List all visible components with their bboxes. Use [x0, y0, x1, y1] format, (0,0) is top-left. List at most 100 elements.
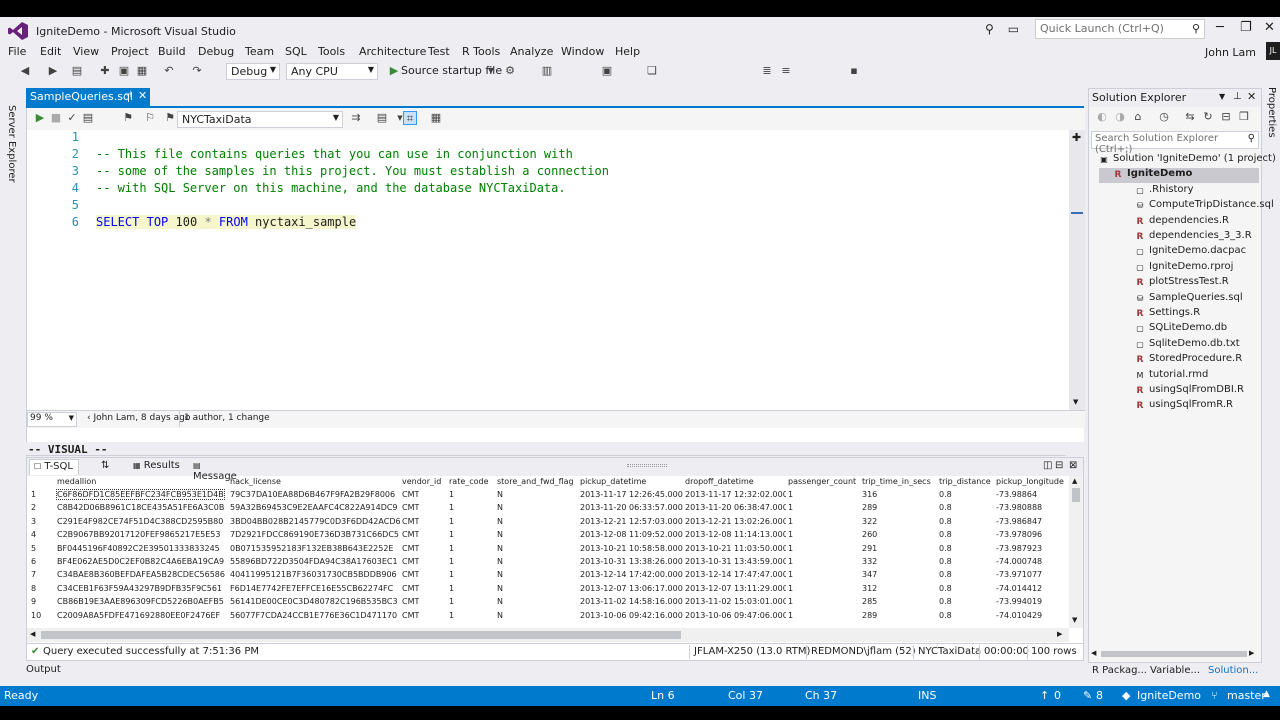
table-cell[interactable]: -73.986847	[996, 517, 1042, 526]
table-cell[interactable]: 2013-10-06 09:47:06.000	[685, 611, 786, 620]
tree-item[interactable]: RusingSqlFromDBI.R	[1135, 384, 1244, 399]
split-icon[interactable]: ✚	[1072, 131, 1081, 144]
solution-config-icon[interactable]: ▤	[70, 64, 84, 78]
tree-item[interactable]: ▢ SQLiteDemo.db	[1135, 322, 1227, 337]
save-icon[interactable]: ▣	[117, 64, 131, 78]
table-cell[interactable]: 2013-10-06 09:42:16.000	[580, 611, 683, 620]
server-explorer-tab[interactable]: Server Explorer	[6, 105, 17, 183]
table-cell[interactable]: 1	[449, 597, 454, 606]
tab-tsql[interactable]: ☐ T-SQL	[29, 459, 79, 475]
table-cell[interactable]: 55896BD722D3504FDA94C38A17603EC1	[230, 557, 398, 566]
menu-debug[interactable]: Debug	[198, 45, 234, 58]
table-cell[interactable]: N	[497, 490, 503, 499]
table-cell[interactable]: 0.8	[939, 584, 952, 593]
scroll-left-icon[interactable]: ◀	[1091, 649, 1096, 657]
menu-team[interactable]: Team	[245, 45, 274, 58]
table-cell[interactable]: 1	[449, 517, 454, 526]
feedback-icon[interactable]: ▭	[1008, 22, 1019, 36]
table-cell[interactable]: CMT	[402, 530, 419, 539]
tab-sample-queries[interactable]: SampleQueries.sql ⊣ ✕	[26, 88, 150, 107]
split-horizontal-icon[interactable]: ⊟	[1055, 460, 1063, 471]
tree-item[interactable]: ⛁ ComputeTripDistance.sql	[1135, 199, 1274, 214]
table-cell[interactable]: -73.98864	[996, 490, 1037, 499]
row-number[interactable]: 6	[31, 557, 51, 566]
pending-edits-count[interactable]: 8	[1096, 689, 1103, 702]
table-cell[interactable]: CMT	[402, 611, 419, 620]
pending-changes-icon[interactable]: ◷	[1157, 110, 1171, 124]
tab-results[interactable]: ▦ Results	[129, 459, 185, 475]
menu-edit[interactable]: Edit	[40, 45, 61, 58]
table-row[interactable]: 6 BF4E062AE5D0C2EF0B82C4A6EBA19CA9 55896BD…	[27, 556, 1069, 569]
table-cell[interactable]: 56077F7CDA24CCB1E776E36C1D471170	[230, 611, 397, 620]
tree-item[interactable]: R IgniteDemo	[1099, 168, 1259, 184]
scroll-thumb[interactable]	[1072, 488, 1080, 502]
table-cell[interactable]: CMT	[402, 557, 419, 566]
table-cell[interactable]: 40411995121B7F36031730CB5BDDB906	[230, 570, 397, 579]
close-tab-icon[interactable]: ✕	[138, 89, 147, 102]
table-cell[interactable]: N	[497, 584, 503, 593]
table-cell[interactable]: CMT	[402, 517, 419, 526]
table-cell[interactable]: 1	[788, 557, 793, 566]
table-cell[interactable]: -73.971077	[996, 570, 1042, 579]
table-cell[interactable]: 322	[862, 517, 877, 526]
find-icon[interactable]: ▣	[600, 64, 614, 78]
table-cell[interactable]: 1	[788, 611, 793, 620]
menu-test[interactable]: Test	[428, 45, 450, 58]
tree-item[interactable]: ▢ .Rhistory	[1135, 184, 1193, 199]
platform-select[interactable]: Any CPU ▼	[286, 63, 378, 80]
close-results-icon[interactable]: ⊠	[1069, 460, 1077, 471]
table-cell[interactable]: 291	[862, 544, 877, 553]
grid-horizontal-scrollbar[interactable]: ◀ ▶	[27, 628, 1069, 642]
scroll-thumb[interactable]	[1101, 651, 1247, 657]
configuration-select[interactable]: Debug ▼	[226, 63, 280, 80]
table-cell[interactable]: 2013-10-21 10:58:58.000	[580, 544, 683, 553]
row-number[interactable]: 10	[31, 611, 51, 620]
row-number[interactable]: 4	[31, 530, 51, 539]
uncomment-icon[interactable]: ≡	[779, 64, 793, 78]
table-cell[interactable]: 1	[788, 503, 793, 512]
row-number[interactable]: 5	[31, 544, 51, 553]
column-header[interactable]: hack_license	[230, 477, 281, 486]
save-all-icon[interactable]: ▦	[135, 64, 149, 78]
toolbox-icon[interactable]: ▥	[540, 64, 554, 78]
table-row[interactable]: 9 CB86B19E3AAE896309FCD5226B0AEFB5 56141DE…	[27, 596, 1069, 609]
estimated-plan-icon[interactable]: ▦	[429, 111, 443, 125]
chevron-up-icon[interactable]: ▲	[1263, 689, 1270, 699]
results-grid[interactable]: medallion hack_license vendor_id rate_code s…	[27, 476, 1069, 628]
menu-build[interactable]: Build	[158, 45, 186, 58]
table-row[interactable]: 2 C8B42D06B8961C18CE435A51FE6A3C0B 59A32B6…	[27, 502, 1069, 515]
pin-icon[interactable]: ⊥	[1233, 91, 1242, 102]
table-cell[interactable]: 1	[449, 611, 454, 620]
table-cell[interactable]: 1	[788, 597, 793, 606]
table-cell[interactable]: 2013-11-02 14:58:16.000	[580, 597, 683, 606]
column-header[interactable]: store_and_fwd_flag	[497, 477, 574, 486]
table-cell[interactable]: CMT	[402, 570, 419, 579]
tab-message[interactable]: ▤ Message	[189, 459, 249, 482]
row-number[interactable]: 2	[31, 503, 51, 512]
table-row[interactable]: 10 C2009A8A5FDFE471692880EE0F2476EF 56077F…	[27, 610, 1069, 623]
table-cell[interactable]: CMT	[402, 584, 419, 593]
publish-icon[interactable]: ↑	[1040, 689, 1049, 702]
table-cell[interactable]: 0.8	[939, 503, 952, 512]
table-cell[interactable]: -74.014412	[996, 584, 1042, 593]
repository-icon[interactable]: ◆	[1122, 689, 1130, 702]
menu-project[interactable]: Project	[111, 45, 149, 58]
scroll-thumb[interactable]	[41, 631, 681, 639]
output-tab[interactable]: Output	[26, 664, 61, 675]
table-cell[interactable]: F6D14E7742FE7EFFCE16E55CB62274FC	[230, 584, 393, 593]
table-cell[interactable]: 7D2921FDCC869190E736D3B731C66DC5	[230, 530, 399, 539]
table-cell[interactable]: 312	[862, 584, 877, 593]
sync-icon[interactable]: ⇆	[1183, 110, 1197, 124]
table-cell[interactable]: 1	[788, 517, 793, 526]
table-row[interactable]: 3 C291E4F982CE74F51D4C388CD2595B80 3BD04BB…	[27, 516, 1069, 529]
table-cell[interactable]: 2013-11-17 12:32:02.000	[685, 490, 786, 499]
column-header[interactable]: pickup_longitude	[996, 477, 1064, 486]
branch-icon[interactable]: ⑂	[1211, 689, 1218, 702]
close-icon[interactable]: ✕	[1247, 90, 1256, 103]
table-cell[interactable]: -73.994019	[996, 597, 1042, 606]
unpublished-count[interactable]: 0	[1054, 689, 1061, 702]
code-editor[interactable]: 1 2 -- This file contains queries that y…	[27, 130, 1069, 410]
table-cell[interactable]: 0.8	[939, 557, 952, 566]
tab-solution[interactable]: Solution...	[1208, 665, 1258, 676]
back-icon[interactable]: ◐	[1095, 110, 1109, 124]
